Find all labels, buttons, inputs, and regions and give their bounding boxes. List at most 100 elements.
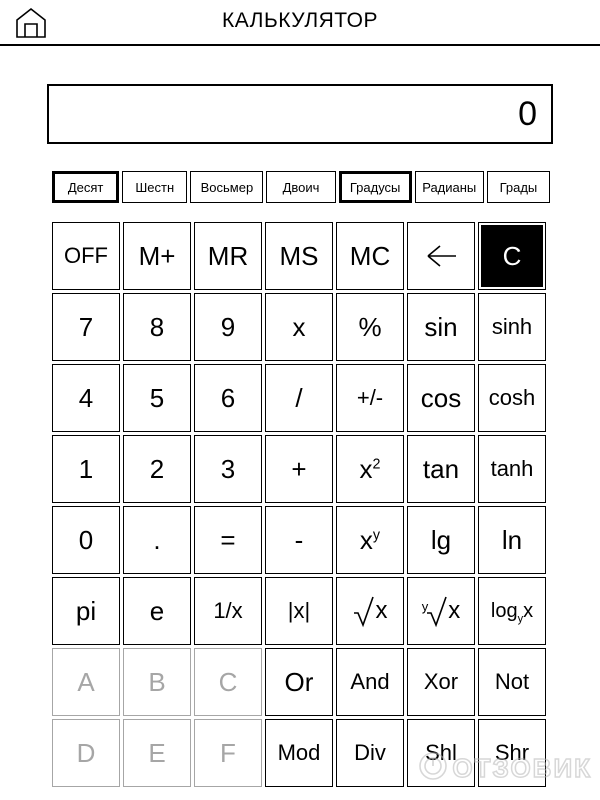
key-label: x bbox=[292, 311, 306, 342]
key-label: ln bbox=[501, 524, 523, 555]
key-label: Div bbox=[354, 740, 386, 765]
key-label: = bbox=[220, 524, 236, 555]
mode-button-восьмер[interactable]: Восьмер bbox=[190, 171, 264, 203]
key-sinh[interactable]: sinh bbox=[478, 293, 546, 361]
key-label: 1 bbox=[78, 453, 94, 484]
keypad-row: 4 5 6 / +/- cos cosh bbox=[52, 364, 552, 432]
key-label: e bbox=[149, 595, 165, 626]
key-4[interactable]: 4 bbox=[52, 364, 120, 432]
key-label: Or bbox=[284, 666, 314, 697]
mode-button-грады[interactable]: Грады bbox=[486, 171, 551, 203]
key-b: B bbox=[123, 648, 191, 716]
mode-button-двоич[interactable]: Двоич bbox=[266, 171, 336, 203]
key-shl[interactable]: Shl bbox=[407, 719, 475, 787]
key-label: MR bbox=[207, 240, 249, 271]
key-label: 3 bbox=[220, 453, 236, 484]
key-label: x2 bbox=[359, 453, 381, 484]
key-pi[interactable]: pi bbox=[52, 577, 120, 645]
keypad-row: pi e 1/x |x| x y x logyx bbox=[52, 577, 552, 645]
key-√x[interactable]: x bbox=[336, 577, 404, 645]
key-label: 2 bbox=[149, 453, 165, 484]
key-/[interactable]: / bbox=[265, 364, 333, 432]
keypad-row: 1 2 3 + x2 tan tanh bbox=[52, 435, 552, 503]
key-cosh[interactable]: cosh bbox=[478, 364, 546, 432]
keypad: OFF M+ MR MS MC C 7 8 9 x% sin sinh 4 5 6 / +/- cos cosh 1 2… bbox=[52, 222, 552, 790]
keypad-row: OFF M+ MR MS MC C bbox=[52, 222, 552, 290]
key-7[interactable]: 7 bbox=[52, 293, 120, 361]
key-+[interactable]: + bbox=[265, 435, 333, 503]
key-cos[interactable]: cos bbox=[407, 364, 475, 432]
key-xor[interactable]: Xor bbox=[407, 648, 475, 716]
key-or[interactable]: Or bbox=[265, 648, 333, 716]
key-f: F bbox=[194, 719, 262, 787]
key-label: +/- bbox=[356, 385, 384, 410]
key-tanh[interactable]: tanh bbox=[478, 435, 546, 503]
key-off[interactable]: OFF bbox=[52, 222, 120, 290]
key-0[interactable]: 0 bbox=[52, 506, 120, 574]
key-label: 8 bbox=[149, 311, 165, 342]
keypad-row: 7 8 9 x% sin sinh bbox=[52, 293, 552, 361]
key-1/x[interactable]: 1/x bbox=[194, 577, 262, 645]
key-label: 0 bbox=[78, 524, 94, 555]
key-label: pi bbox=[75, 595, 97, 626]
key-logᵧx[interactable]: logyx bbox=[478, 577, 546, 645]
key-d: D bbox=[52, 719, 120, 787]
key-label: M+ bbox=[138, 240, 176, 271]
key-shr[interactable]: Shr bbox=[478, 719, 546, 787]
key-not[interactable]: Not bbox=[478, 648, 546, 716]
key-ln[interactable]: ln bbox=[478, 506, 546, 574]
key-div[interactable]: Div bbox=[336, 719, 404, 787]
key-=[interactable]: = bbox=[194, 506, 262, 574]
display-value: 0 bbox=[518, 95, 537, 133]
key-lg[interactable]: lg bbox=[407, 506, 475, 574]
key-and[interactable]: And bbox=[336, 648, 404, 716]
key-+/-[interactable]: +/- bbox=[336, 364, 404, 432]
mode-button-label: Радианы bbox=[422, 179, 477, 195]
key-mr[interactable]: MR bbox=[194, 222, 262, 290]
key-c[interactable]: C bbox=[478, 222, 546, 290]
mode-button-радианы[interactable]: Радианы bbox=[414, 171, 484, 203]
key-label: / bbox=[295, 382, 303, 413]
key-m+[interactable]: M+ bbox=[123, 222, 191, 290]
key-sin[interactable]: sin bbox=[407, 293, 475, 361]
keypad-row: D E F Mod Div Shl Shr bbox=[52, 719, 552, 787]
key-label: B bbox=[148, 666, 166, 697]
key-c: C bbox=[194, 648, 262, 716]
key-←[interactable] bbox=[407, 222, 475, 290]
mode-button-label: Градусы bbox=[349, 179, 401, 195]
mode-button-label: Грады bbox=[499, 179, 538, 195]
key-5[interactable]: 5 bbox=[123, 364, 191, 432]
key-x[interactable]: x bbox=[265, 293, 333, 361]
key-mod[interactable]: Mod bbox=[265, 719, 333, 787]
key-label: |x| bbox=[287, 598, 311, 623]
key-3[interactable]: 3 bbox=[194, 435, 262, 503]
left-arrow-icon bbox=[427, 245, 456, 267]
key-.[interactable]: . bbox=[123, 506, 191, 574]
key-|x|[interactable]: |x| bbox=[265, 577, 333, 645]
key-label: - bbox=[294, 524, 304, 555]
key-ʸ√x[interactable]: yx bbox=[407, 577, 475, 645]
key-tan[interactable]: tan bbox=[407, 435, 475, 503]
key-label: 7 bbox=[78, 311, 94, 342]
key--[interactable]: - bbox=[265, 506, 333, 574]
key-xʸ[interactable]: xy bbox=[336, 506, 404, 574]
key-label: cosh bbox=[488, 385, 536, 410]
mode-button-десят[interactable]: Десят bbox=[52, 171, 120, 203]
mode-button-label: Десят bbox=[67, 179, 104, 195]
key-%[interactable]: % bbox=[336, 293, 404, 361]
mode-button-градусы[interactable]: Градусы bbox=[338, 171, 412, 203]
key-mc[interactable]: MC bbox=[336, 222, 404, 290]
key-label: Not bbox=[494, 669, 530, 694]
mode-button-шестн[interactable]: Шестн bbox=[122, 171, 188, 203]
key-ms[interactable]: MS bbox=[265, 222, 333, 290]
key-2[interactable]: 2 bbox=[123, 435, 191, 503]
key-x²[interactable]: x2 bbox=[336, 435, 404, 503]
key-e[interactable]: e bbox=[123, 577, 191, 645]
key-8[interactable]: 8 bbox=[123, 293, 191, 361]
mode-button-label: Двоич bbox=[282, 179, 320, 195]
key-label: yx bbox=[422, 594, 460, 628]
key-1[interactable]: 1 bbox=[52, 435, 120, 503]
key-6[interactable]: 6 bbox=[194, 364, 262, 432]
key-label: Shl bbox=[425, 740, 457, 765]
key-9[interactable]: 9 bbox=[194, 293, 262, 361]
